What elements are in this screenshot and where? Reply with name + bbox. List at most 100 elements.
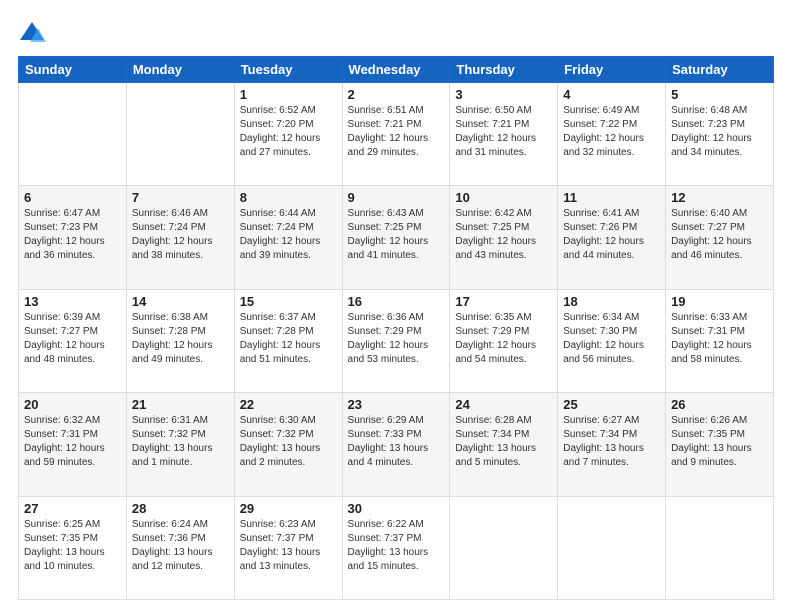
calendar-cell: 4 Sunrise: 6:49 AM Sunset: 7:22 PM Daylig… xyxy=(558,83,666,186)
day-number: 2 xyxy=(348,87,445,102)
day-number: 10 xyxy=(455,190,552,205)
day-info: Sunrise: 6:47 AM Sunset: 7:23 PM Dayligh… xyxy=(24,207,121,263)
day-number: 29 xyxy=(240,501,337,516)
day-info: Sunrise: 6:29 AM Sunset: 7:33 PM Dayligh… xyxy=(348,414,445,470)
day-number: 28 xyxy=(132,501,229,516)
day-info: Sunrise: 6:43 AM Sunset: 7:25 PM Dayligh… xyxy=(348,207,445,263)
day-number: 25 xyxy=(563,397,660,412)
calendar-cell xyxy=(126,83,234,186)
day-info: Sunrise: 6:33 AM Sunset: 7:31 PM Dayligh… xyxy=(671,311,768,367)
calendar-week-2: 6 Sunrise: 6:47 AM Sunset: 7:23 PM Daylig… xyxy=(19,186,774,289)
day-number: 19 xyxy=(671,294,768,309)
day-info: Sunrise: 6:37 AM Sunset: 7:28 PM Dayligh… xyxy=(240,311,337,367)
calendar-cell: 3 Sunrise: 6:50 AM Sunset: 7:21 PM Daylig… xyxy=(450,83,558,186)
calendar-cell: 30 Sunrise: 6:22 AM Sunset: 7:37 PM Dayli… xyxy=(342,496,450,599)
day-info: Sunrise: 6:32 AM Sunset: 7:31 PM Dayligh… xyxy=(24,414,121,470)
calendar-header-tuesday: Tuesday xyxy=(234,57,342,83)
day-info: Sunrise: 6:39 AM Sunset: 7:27 PM Dayligh… xyxy=(24,311,121,367)
day-number: 18 xyxy=(563,294,660,309)
calendar-cell: 9 Sunrise: 6:43 AM Sunset: 7:25 PM Daylig… xyxy=(342,186,450,289)
calendar-week-3: 13 Sunrise: 6:39 AM Sunset: 7:27 PM Dayli… xyxy=(19,289,774,392)
calendar-cell: 17 Sunrise: 6:35 AM Sunset: 7:29 PM Dayli… xyxy=(450,289,558,392)
calendar-cell: 10 Sunrise: 6:42 AM Sunset: 7:25 PM Dayli… xyxy=(450,186,558,289)
day-info: Sunrise: 6:36 AM Sunset: 7:29 PM Dayligh… xyxy=(348,311,445,367)
day-info: Sunrise: 6:44 AM Sunset: 7:24 PM Dayligh… xyxy=(240,207,337,263)
day-number: 26 xyxy=(671,397,768,412)
day-info: Sunrise: 6:31 AM Sunset: 7:32 PM Dayligh… xyxy=(132,414,229,470)
calendar-cell: 24Sunrise: 6:28 AM Sunset: 7:34 PM Dayli… xyxy=(450,393,558,496)
calendar-cell xyxy=(558,496,666,599)
calendar-header-thursday: Thursday xyxy=(450,57,558,83)
calendar-cell: 13 Sunrise: 6:39 AM Sunset: 7:27 PM Dayli… xyxy=(19,289,127,392)
calendar-cell: 19 Sunrise: 6:33 AM Sunset: 7:31 PM Dayli… xyxy=(666,289,774,392)
calendar-header-row: SundayMondayTuesdayWednesdayThursdayFrid… xyxy=(19,57,774,83)
calendar-cell: 8 Sunrise: 6:44 AM Sunset: 7:24 PM Daylig… xyxy=(234,186,342,289)
logo xyxy=(18,18,50,46)
calendar-cell: 7Sunrise: 6:46 AM Sunset: 7:24 PM Daylig… xyxy=(126,186,234,289)
calendar-cell xyxy=(666,496,774,599)
day-info: Sunrise: 6:24 AM Sunset: 7:36 PM Dayligh… xyxy=(132,518,229,574)
day-info: Sunrise: 6:26 AM Sunset: 7:35 PM Dayligh… xyxy=(671,414,768,470)
day-info: Sunrise: 6:25 AM Sunset: 7:35 PM Dayligh… xyxy=(24,518,121,574)
calendar-cell: 1Sunrise: 6:52 AM Sunset: 7:20 PM Daylig… xyxy=(234,83,342,186)
calendar-header-monday: Monday xyxy=(126,57,234,83)
day-number: 30 xyxy=(348,501,445,516)
day-info: Sunrise: 6:40 AM Sunset: 7:27 PM Dayligh… xyxy=(671,207,768,263)
calendar-cell: 12 Sunrise: 6:40 AM Sunset: 7:27 PM Dayli… xyxy=(666,186,774,289)
day-number: 9 xyxy=(348,190,445,205)
calendar-cell: 28 Sunrise: 6:24 AM Sunset: 7:36 PM Dayli… xyxy=(126,496,234,599)
day-number: 8 xyxy=(240,190,337,205)
day-info: Sunrise: 6:51 AM Sunset: 7:21 PM Dayligh… xyxy=(348,104,445,160)
day-number: 13 xyxy=(24,294,121,309)
day-info: Sunrise: 6:30 AM Sunset: 7:32 PM Dayligh… xyxy=(240,414,337,470)
day-number: 7 xyxy=(132,190,229,205)
day-number: 20 xyxy=(24,397,121,412)
day-info: Sunrise: 6:50 AM Sunset: 7:21 PM Dayligh… xyxy=(455,104,552,160)
day-number: 4 xyxy=(563,87,660,102)
day-number: 23 xyxy=(348,397,445,412)
day-number: 6 xyxy=(24,190,121,205)
day-number: 22 xyxy=(240,397,337,412)
calendar-cell: 18 Sunrise: 6:34 AM Sunset: 7:30 PM Dayli… xyxy=(558,289,666,392)
calendar-cell: 21 Sunrise: 6:31 AM Sunset: 7:32 PM Dayli… xyxy=(126,393,234,496)
day-info: Sunrise: 6:23 AM Sunset: 7:37 PM Dayligh… xyxy=(240,518,337,574)
calendar-cell: 26 Sunrise: 6:26 AM Sunset: 7:35 PM Dayli… xyxy=(666,393,774,496)
day-info: Sunrise: 6:34 AM Sunset: 7:30 PM Dayligh… xyxy=(563,311,660,367)
day-number: 27 xyxy=(24,501,121,516)
calendar-cell: 15 Sunrise: 6:37 AM Sunset: 7:28 PM Dayli… xyxy=(234,289,342,392)
day-info: Sunrise: 6:42 AM Sunset: 7:25 PM Dayligh… xyxy=(455,207,552,263)
day-number: 14 xyxy=(132,294,229,309)
day-info: Sunrise: 6:38 AM Sunset: 7:28 PM Dayligh… xyxy=(132,311,229,367)
day-number: 15 xyxy=(240,294,337,309)
calendar-cell: 22 Sunrise: 6:30 AM Sunset: 7:32 PM Dayli… xyxy=(234,393,342,496)
day-number: 12 xyxy=(671,190,768,205)
calendar-cell: 5Sunrise: 6:48 AM Sunset: 7:23 PM Daylig… xyxy=(666,83,774,186)
day-number: 5 xyxy=(671,87,768,102)
day-info: Sunrise: 6:49 AM Sunset: 7:22 PM Dayligh… xyxy=(563,104,660,160)
day-info: Sunrise: 6:35 AM Sunset: 7:29 PM Dayligh… xyxy=(455,311,552,367)
calendar-header-saturday: Saturday xyxy=(666,57,774,83)
calendar-table: SundayMondayTuesdayWednesdayThursdayFrid… xyxy=(18,56,774,600)
calendar-header-sunday: Sunday xyxy=(19,57,127,83)
day-number: 17 xyxy=(455,294,552,309)
calendar-header-friday: Friday xyxy=(558,57,666,83)
calendar-cell: 2 Sunrise: 6:51 AM Sunset: 7:21 PM Daylig… xyxy=(342,83,450,186)
calendar-cell: 27 Sunrise: 6:25 AM Sunset: 7:35 PM Dayli… xyxy=(19,496,127,599)
day-info: Sunrise: 6:41 AM Sunset: 7:26 PM Dayligh… xyxy=(563,207,660,263)
calendar-header-wednesday: Wednesday xyxy=(342,57,450,83)
day-number: 16 xyxy=(348,294,445,309)
calendar-week-5: 27 Sunrise: 6:25 AM Sunset: 7:35 PM Dayli… xyxy=(19,496,774,599)
calendar-cell: 25Sunrise: 6:27 AM Sunset: 7:34 PM Dayli… xyxy=(558,393,666,496)
day-info: Sunrise: 6:22 AM Sunset: 7:37 PM Dayligh… xyxy=(348,518,445,574)
calendar-cell: 23 Sunrise: 6:29 AM Sunset: 7:33 PM Dayli… xyxy=(342,393,450,496)
day-number: 3 xyxy=(455,87,552,102)
page: SundayMondayTuesdayWednesdayThursdayFrid… xyxy=(0,0,792,612)
logo-icon xyxy=(18,18,46,46)
calendar-cell xyxy=(450,496,558,599)
day-number: 24 xyxy=(455,397,552,412)
calendar-cell: 20 Sunrise: 6:32 AM Sunset: 7:31 PM Dayli… xyxy=(19,393,127,496)
day-number: 21 xyxy=(132,397,229,412)
day-info: Sunrise: 6:52 AM Sunset: 7:20 PM Dayligh… xyxy=(240,104,337,160)
header xyxy=(18,18,774,46)
calendar-cell: 6 Sunrise: 6:47 AM Sunset: 7:23 PM Daylig… xyxy=(19,186,127,289)
